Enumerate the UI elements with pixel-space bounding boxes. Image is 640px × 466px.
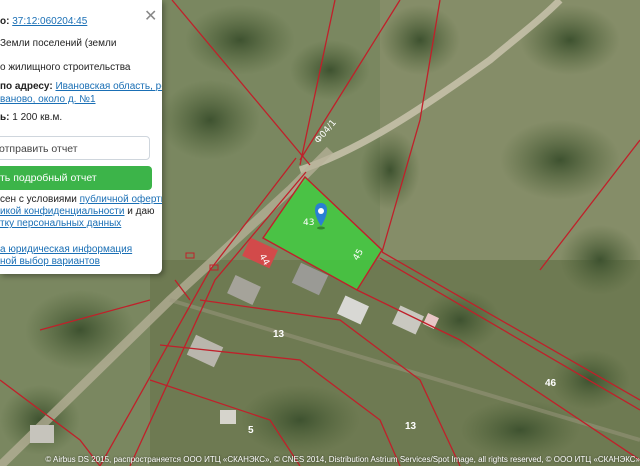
detailed-report-button[interactable]: ть подробный отчет <box>0 166 152 190</box>
category-text: Земли поселений (земли <box>0 38 117 49</box>
public-offer-link[interactable]: публичной оферты <box>80 194 162 205</box>
close-icon[interactable]: ✕ <box>144 9 157 25</box>
legal-info-link[interactable]: а юридическая информация <box>0 244 132 255</box>
address-link[interactable]: Ивановская область, р- <box>55 81 162 92</box>
parcel-number: 5 <box>248 425 254 436</box>
privacy-policy-link[interactable]: икой конфиденциальности <box>0 206 124 217</box>
choice-options-link[interactable]: ной выбор вариантов <box>0 256 100 267</box>
cadastral-number-link[interactable]: 37:12:060204:45 <box>12 16 87 27</box>
address-link[interactable]: ваново, около д. №1 <box>0 94 96 105</box>
send-report-button[interactable]: отправить отчет <box>0 136 150 160</box>
map-attribution: © Airbus DS 2015, распространяется ООО И… <box>45 455 640 464</box>
personal-data-link[interactable]: тку персональных данных <box>0 218 121 229</box>
parcel-label: 43 <box>303 218 315 228</box>
address-label: по адресу: <box>0 81 53 92</box>
consent-text: и даю <box>127 206 155 217</box>
area-value: 1 200 кв.м. <box>12 112 63 123</box>
area-label: ь: <box>0 112 10 123</box>
parcel-number: 13 <box>405 421 417 432</box>
parcel-number: 13 <box>273 329 285 340</box>
parcel-info-panel: ✕ о: 37:12:060204:45 Земли поселений (зе… <box>0 0 162 274</box>
purpose-text: о жилищного строительства <box>0 62 131 73</box>
consent-text: сен с условиями <box>0 194 77 205</box>
cadastral-label: о: <box>0 16 10 27</box>
parcel-number: 46 <box>545 378 557 389</box>
